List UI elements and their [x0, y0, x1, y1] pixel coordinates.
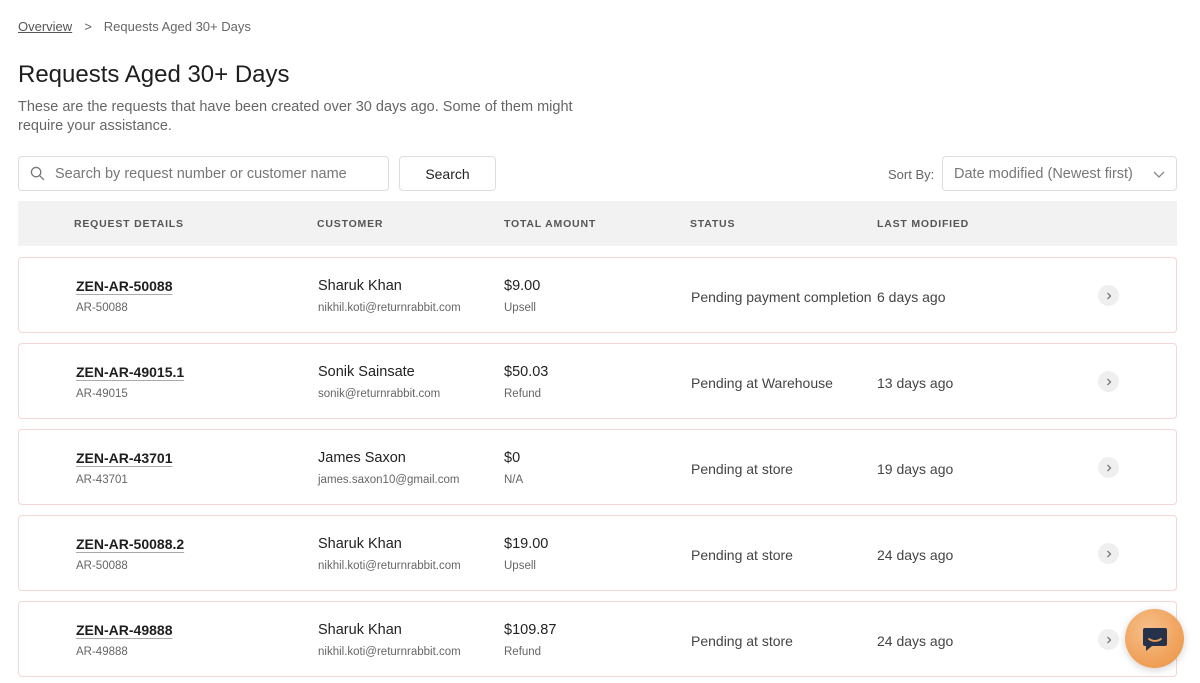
customer-name: Sharuk Khan [318, 622, 402, 638]
request-link[interactable]: ZEN-AR-49888 [76, 622, 172, 638]
table-row[interactable]: ZEN-AR-50088 AR-50088 Sharuk Khan nikhil… [18, 257, 1177, 333]
request-ref: AR-43701 [76, 474, 128, 486]
request-ref: AR-49015 [76, 388, 128, 400]
request-status: Pending at store [691, 633, 793, 649]
chat-launcher-button[interactable] [1125, 609, 1184, 668]
column-total-amount: TOTAL AMOUNT [504, 218, 597, 230]
amount-type: N/A [504, 474, 524, 486]
breadcrumb: Overview > Requests Aged 30+ Days [18, 19, 251, 34]
last-modified: 6 days ago [877, 289, 946, 305]
customer-name: James Saxon [318, 450, 406, 466]
search-button[interactable]: Search [399, 156, 496, 191]
table-header: REQUEST DETAILS CUSTOMER TOTAL AMOUNT ST… [18, 201, 1177, 246]
column-request-details: REQUEST DETAILS [74, 218, 184, 230]
total-amount: $109.87 [504, 622, 557, 638]
request-ref: AR-50088 [76, 302, 128, 314]
chevron-right-icon [1106, 292, 1111, 299]
amount-type: Refund [504, 388, 542, 400]
request-status: Pending at store [691, 547, 793, 563]
last-modified: 24 days ago [877, 633, 954, 649]
amount-type: Upsell [504, 560, 536, 572]
table-row[interactable]: ZEN-AR-49888 AR-49888 Sharuk Khan nikhil… [18, 601, 1177, 677]
customer-email: nikhil.koti@returnrabbit.com [318, 302, 461, 314]
chevron-right-icon [1106, 378, 1111, 385]
amount-type: Upsell [504, 302, 536, 314]
request-link[interactable]: ZEN-AR-49015.1 [76, 364, 184, 380]
total-amount: $0 [504, 450, 521, 466]
customer-email: nikhil.koti@returnrabbit.com [318, 560, 461, 572]
sort-select[interactable]: Date modified (Newest first) [942, 156, 1177, 191]
chevron-down-icon [1153, 171, 1165, 178]
customer-email: sonik@returnrabbit.com [318, 388, 441, 400]
table-row[interactable]: ZEN-AR-49015.1 AR-49015 Sonik Sainsate s… [18, 343, 1177, 419]
breadcrumb-overview-link[interactable]: Overview [18, 19, 72, 34]
column-status: STATUS [690, 218, 736, 230]
search-box [18, 156, 389, 191]
sort-selected-value: Date modified (Newest first) [954, 165, 1133, 182]
row-open-button[interactable] [1098, 285, 1119, 306]
row-open-button[interactable] [1098, 457, 1119, 478]
customer-email: nikhil.koti@returnrabbit.com [318, 646, 461, 658]
customer-email: james.saxon10@gmail.com [318, 474, 460, 486]
request-status: Pending at store [691, 461, 793, 477]
request-link[interactable]: ZEN-AR-50088 [76, 278, 172, 294]
row-open-button[interactable] [1098, 371, 1119, 392]
total-amount: $19.00 [504, 536, 549, 552]
request-ref: AR-50088 [76, 560, 128, 572]
table-row[interactable]: ZEN-AR-50088.2 AR-50088 Sharuk Khan nikh… [18, 515, 1177, 591]
last-modified: 24 days ago [877, 547, 954, 563]
request-status: Pending at Warehouse [691, 375, 833, 391]
request-ref: AR-49888 [76, 646, 128, 658]
sort-label: Sort By: [888, 167, 935, 182]
row-open-button[interactable] [1098, 629, 1119, 650]
chevron-right-icon [1106, 464, 1111, 471]
page-description: These are the requests that have been cr… [18, 99, 573, 134]
search-icon [30, 166, 45, 181]
breadcrumb-separator: > [84, 19, 92, 34]
breadcrumb-current: Requests Aged 30+ Days [103, 19, 251, 34]
customer-name: Sonik Sainsate [318, 364, 415, 380]
total-amount: $9.00 [504, 278, 541, 294]
customer-name: Sharuk Khan [318, 278, 402, 294]
total-amount: $50.03 [504, 364, 549, 380]
last-modified: 13 days ago [877, 375, 954, 391]
chat-bubble-icon [1142, 627, 1167, 651]
request-link[interactable]: ZEN-AR-43701 [76, 450, 172, 466]
chevron-right-icon [1106, 636, 1111, 643]
table-row[interactable]: ZEN-AR-43701 AR-43701 James Saxon james.… [18, 429, 1177, 505]
amount-type: Refund [504, 646, 542, 658]
request-status: Pending payment completion [691, 289, 872, 305]
column-customer: CUSTOMER [317, 218, 384, 230]
request-link[interactable]: ZEN-AR-50088.2 [76, 536, 184, 552]
column-last-modified: LAST MODIFIED [877, 218, 970, 230]
chevron-right-icon [1106, 550, 1111, 557]
customer-name: Sharuk Khan [318, 536, 402, 552]
page-title: Requests Aged 30+ Days [18, 61, 290, 88]
row-open-button[interactable] [1098, 543, 1119, 564]
search-input[interactable] [55, 158, 355, 189]
last-modified: 19 days ago [877, 461, 954, 477]
